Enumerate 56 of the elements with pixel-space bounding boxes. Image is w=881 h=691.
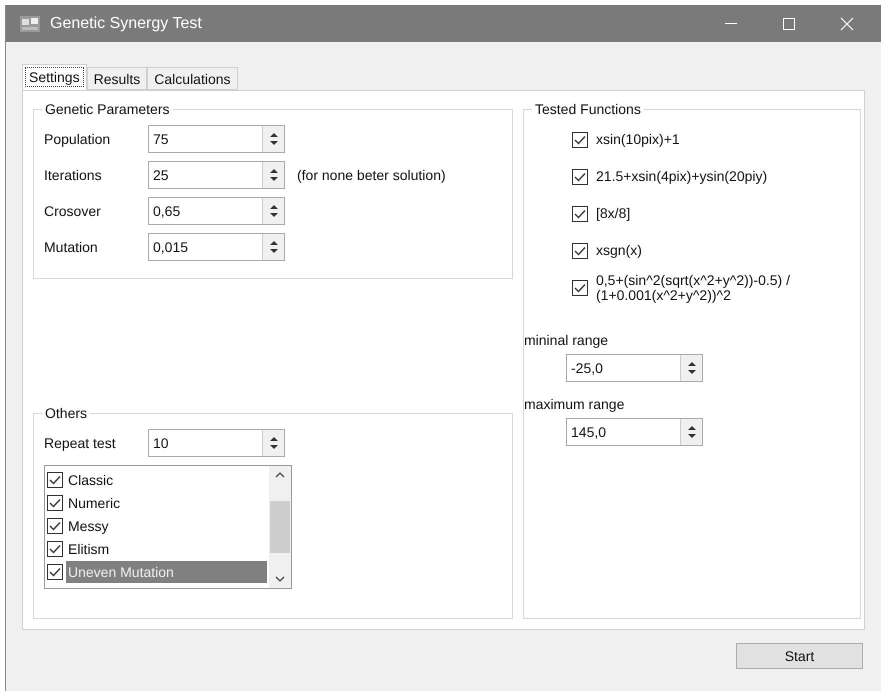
number-spinner[interactable]: -25,0 bbox=[566, 354, 703, 382]
scroll-down-icon[interactable] bbox=[275, 576, 285, 582]
field-label: mininal range bbox=[524, 332, 610, 348]
tab[interactable]: Results bbox=[86, 67, 148, 90]
field-note: (for none beter solution) bbox=[297, 167, 446, 183]
scroll-up-icon[interactable] bbox=[275, 472, 285, 478]
window-title: Genetic Synergy Test bbox=[50, 14, 203, 32]
tab[interactable]: Calculations bbox=[147, 67, 238, 90]
checkbox[interactable] bbox=[47, 540, 63, 556]
function-label: [8x/8] bbox=[596, 206, 632, 221]
field-label: Crosover bbox=[44, 203, 102, 219]
function-label: xsgn(x) bbox=[596, 243, 643, 258]
checkbox[interactable] bbox=[47, 518, 63, 534]
checkbox[interactable] bbox=[47, 494, 63, 510]
group-title: Tested Functions bbox=[534, 101, 642, 117]
start-button[interactable]: Start bbox=[736, 643, 863, 669]
checkbox[interactable] bbox=[572, 280, 588, 296]
checkbox[interactable] bbox=[572, 242, 588, 258]
app-icon bbox=[20, 16, 40, 32]
group-title: Others bbox=[44, 405, 88, 421]
spin-arrows-icon[interactable] bbox=[268, 435, 278, 451]
checkbox[interactable] bbox=[47, 472, 63, 488]
close-icon bbox=[840, 16, 854, 30]
spin-arrows-icon[interactable] bbox=[268, 239, 278, 255]
function-label: 0,5+(sin^2(sqrt(x^2+y^2))-0.5) / (1+0.001(x^2+y^2))^2 bbox=[596, 272, 791, 302]
field-label: maximum range bbox=[524, 396, 626, 412]
number-spinner[interactable]: 145,0 bbox=[566, 418, 703, 446]
checkbox[interactable] bbox=[47, 564, 63, 580]
minimize-icon bbox=[725, 22, 737, 24]
field-label: Iterations bbox=[44, 167, 103, 183]
spin-arrows-icon[interactable] bbox=[268, 203, 278, 219]
list-item[interactable]: Elitism bbox=[66, 538, 267, 560]
number-spinner[interactable]: 0,65 bbox=[148, 197, 285, 225]
checkbox[interactable] bbox=[572, 206, 588, 222]
scrollbar[interactable] bbox=[269, 466, 291, 588]
checkbox[interactable] bbox=[572, 132, 588, 148]
spin-arrows-icon[interactable] bbox=[268, 167, 278, 183]
field-label: Mutation bbox=[44, 239, 99, 255]
spin-arrows-icon[interactable] bbox=[686, 424, 696, 440]
function-label: xsin(10pix)+1 bbox=[596, 132, 681, 147]
list-item[interactable]: Numeric bbox=[66, 492, 267, 514]
spin-arrows-icon[interactable] bbox=[686, 360, 696, 376]
checkbox[interactable] bbox=[572, 168, 588, 184]
field-label: Population bbox=[44, 131, 112, 147]
number-spinner[interactable]: 10 bbox=[148, 429, 285, 457]
number-spinner[interactable]: 25 bbox=[148, 161, 285, 189]
maximize-icon bbox=[783, 18, 795, 30]
group-title: Genetic Parameters bbox=[44, 101, 170, 117]
field-label: Repeat test bbox=[44, 435, 117, 451]
list-item[interactable]: Classic bbox=[66, 468, 267, 490]
tab[interactable]: Settings bbox=[22, 64, 87, 90]
function-label: 21.5+xsin(4pix)+ysin(20piy) bbox=[596, 169, 768, 184]
number-spinner[interactable]: 75 bbox=[148, 125, 285, 153]
spin-arrows-icon[interactable] bbox=[268, 131, 278, 147]
list-item[interactable]: Messy bbox=[66, 514, 267, 536]
number-spinner[interactable]: 0,015 bbox=[148, 233, 285, 261]
